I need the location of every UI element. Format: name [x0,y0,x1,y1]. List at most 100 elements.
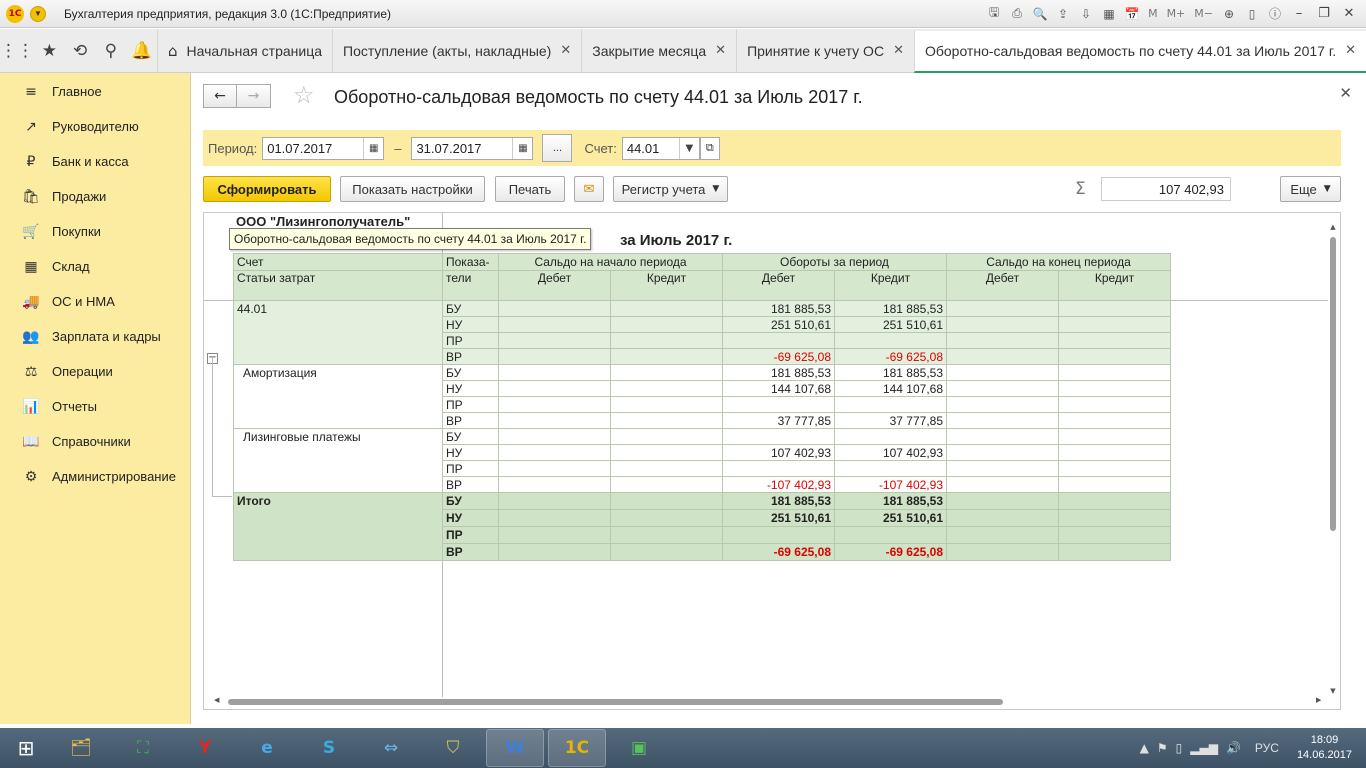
show-settings-button[interactable]: Показать настройки [340,176,485,202]
turnover-credit-cell[interactable]: 107 402,93 [834,444,947,461]
turnover-credit-cell[interactable]: 37 777,85 [834,412,947,429]
turnover-credit-cell[interactable] [834,332,947,349]
opening-credit-cell[interactable] [610,380,723,397]
main-menu-button[interactable]: ▼ [30,5,46,22]
turnover-debit-cell[interactable]: 144 107,68 [722,380,835,397]
sidebar-item-admin[interactable]: ⚙ Администрирование [0,459,190,494]
closing-debit-cell[interactable] [946,412,1059,429]
sidebar-item-catalogs[interactable]: 📖 Справочники [0,424,190,459]
network-icon[interactable]: ▂▄▆ [1190,741,1218,755]
row-group-label[interactable]: Лизинговые платежы [233,428,443,493]
chevron-down-icon[interactable]: ▼ [678,137,699,159]
closing-credit-cell[interactable] [1058,526,1171,544]
turnover-credit-cell[interactable] [834,428,947,445]
indicator-cell[interactable]: НУ [442,444,499,461]
opening-credit-cell[interactable] [610,332,723,349]
sidebar-item-bank[interactable]: ₽ Банк и касса [0,144,190,179]
turnover-credit-cell[interactable] [834,526,947,544]
turnover-credit-cell[interactable]: 181 885,53 [834,364,947,381]
favorite-star-icon[interactable]: ☆ [293,81,315,109]
restore-button[interactable]: ❐ [1313,4,1335,23]
clock[interactable]: 18:09 14.06.2017 [1297,733,1352,763]
indicator-cell[interactable]: ПР [442,526,499,544]
minimize-button[interactable]: – [1288,4,1310,23]
turnover-debit-cell[interactable] [722,460,835,477]
opening-credit-cell[interactable] [610,543,723,561]
closing-debit-cell[interactable] [946,526,1059,544]
turnover-debit-cell[interactable]: -69 625,08 [722,348,835,365]
scroll-up-icon[interactable]: ▲ [1329,223,1337,231]
forward-button[interactable]: → [237,84,271,108]
explorer-icon[interactable]: 🗂 [52,729,110,767]
opening-debit-cell[interactable] [498,364,611,381]
closing-credit-cell[interactable] [1058,509,1171,527]
panel-icon[interactable]: ▯ [1242,4,1262,23]
opening-credit-cell[interactable] [610,509,723,527]
indicator-cell[interactable]: ПР [442,460,499,477]
opening-credit-cell[interactable] [610,316,723,333]
closing-debit-cell[interactable] [946,396,1059,413]
closing-credit-cell[interactable] [1058,332,1171,349]
skype-icon[interactable]: S [300,729,358,767]
opening-credit-cell[interactable] [610,444,723,461]
indicator-cell[interactable]: ПР [442,396,499,413]
monitor-icon[interactable]: ▣ [610,729,668,767]
turnover-credit-cell[interactable] [834,396,947,413]
turnover-debit-cell[interactable] [722,332,835,349]
closing-credit-cell[interactable] [1058,380,1171,397]
opening-credit-cell[interactable] [610,396,723,413]
turnover-credit-cell[interactable]: 181 885,53 [834,492,947,510]
search-icon[interactable]: ⚲ [96,29,127,73]
preview-icon[interactable]: 🔍 [1030,4,1050,23]
date-to-field[interactable]: 31.07.2017 ▦ [411,136,534,160]
turnover-credit-cell[interactable] [834,460,947,477]
opening-debit-cell[interactable] [498,348,611,365]
sidebar-item-warehouse[interactable]: ▦ Склад [0,249,190,284]
print-button[interactable]: Печать [495,176,565,202]
horizontal-scrollbar[interactable]: ◀ ▶ [214,696,1324,706]
shield-icon[interactable]: ⛉ [424,729,482,767]
indicator-cell[interactable]: БУ [442,364,499,381]
opening-debit-cell[interactable] [498,444,611,461]
turnover-debit-cell[interactable]: -69 625,08 [722,543,835,561]
opening-credit-cell[interactable] [610,364,723,381]
generate-button[interactable]: Сформировать [203,176,331,202]
bell-icon[interactable]: 🔔 [126,29,157,73]
turnover-credit-cell[interactable]: -107 402,93 [834,476,947,493]
sidebar-item-reports[interactable]: 📊 Отчеты [0,389,190,424]
opening-debit-cell[interactable] [498,476,611,493]
more-button[interactable]: Еще ▼ [1280,176,1341,202]
close-icon[interactable]: ✕ [560,43,571,58]
sidebar-item-purchases[interactable]: 🛒 Покупки [0,214,190,249]
indicator-cell[interactable]: ВР [442,412,499,429]
calendar-icon[interactable]: ▦ [363,137,383,159]
account-field[interactable]: 44.01 ▼ [621,136,700,160]
closing-debit-cell[interactable] [946,300,1059,317]
opening-credit-cell[interactable] [610,412,723,429]
closing-credit-cell[interactable] [1058,428,1171,445]
turnover-debit-cell[interactable] [722,428,835,445]
closing-debit-cell[interactable] [946,476,1059,493]
opening-credit-cell[interactable] [610,492,723,510]
closing-debit-cell[interactable] [946,380,1059,397]
sidebar-item-main[interactable]: ≡ Главное [0,74,190,109]
email-button[interactable]: ✉ [574,176,604,202]
language-indicator[interactable]: РУС [1255,741,1279,755]
closing-debit-cell[interactable] [946,543,1059,561]
closing-debit-cell[interactable] [946,509,1059,527]
opening-debit-cell[interactable] [498,332,611,349]
close-icon[interactable]: ✕ [1339,84,1352,102]
closing-credit-cell[interactable] [1058,492,1171,510]
close-icon[interactable]: ✕ [715,43,726,58]
calendar-icon[interactable]: ▦ [512,137,532,159]
indicator-cell[interactable]: ПР [442,332,499,349]
closing-debit-cell[interactable] [946,348,1059,365]
turnover-credit-cell[interactable]: 251 510,61 [834,509,947,527]
info-icon[interactable]: ⓘ [1265,4,1285,23]
register-button[interactable]: Регистр учета ▼ [613,176,728,202]
close-icon[interactable]: ✕ [893,43,904,58]
sidebar-item-sales[interactable]: 🛍 Продажи [0,179,190,214]
closing-credit-cell[interactable] [1058,316,1171,333]
store-icon[interactable]: ⛶ [114,729,172,767]
calendar-icon[interactable]: 📅 [1122,4,1142,23]
